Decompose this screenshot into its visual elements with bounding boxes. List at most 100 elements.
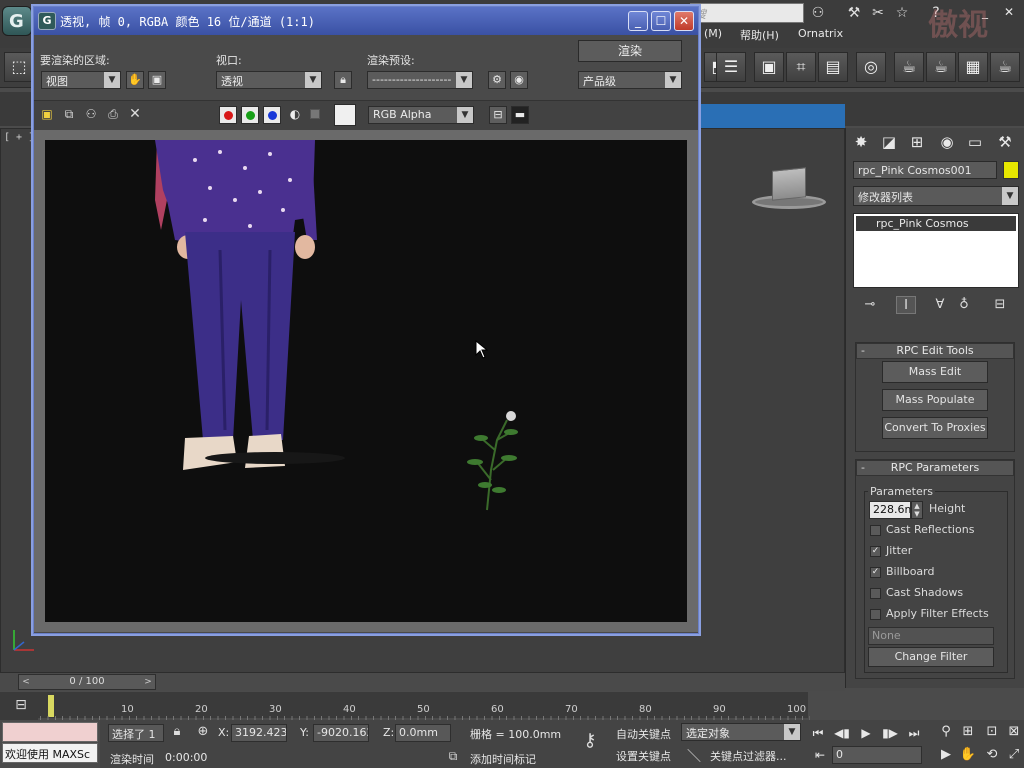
spinner-arrows-icon[interactable]: ▲ ▼ xyxy=(911,501,923,519)
zoom-icon[interactable]: ⚲ xyxy=(936,722,956,742)
checkbox-checked[interactable]: ✓ xyxy=(870,546,881,557)
clear-icon[interactable]: ✕ xyxy=(128,106,142,122)
motion-tab-icon[interactable]: ◉ xyxy=(936,131,958,153)
star-icon[interactable]: ☆ xyxy=(892,3,912,23)
field-of-view-icon[interactable]: ▶ xyxy=(936,745,956,765)
render-button[interactable]: 渲染 xyxy=(578,40,682,62)
menu-item-help[interactable]: 帮助(H) xyxy=(740,27,779,43)
render-iterative-icon[interactable]: ▦ xyxy=(958,52,988,82)
configure-sets-icon[interactable]: ⊟ xyxy=(990,296,1010,314)
hierarchy-tab-icon[interactable]: ⊞ xyxy=(906,131,928,153)
absolute-mode-icon[interactable]: ⊕ xyxy=(194,724,212,742)
toggle-ui-overlay-icon[interactable]: ⊟ xyxy=(489,106,507,124)
zoom-extents-icon[interactable]: ⊡ xyxy=(982,722,1002,742)
key-mode-icon[interactable]: ⇤ xyxy=(810,746,830,764)
modifier-stack[interactable]: rpc_Pink Cosmos xyxy=(853,213,1019,288)
undo-icon[interactable]: ⬚ xyxy=(4,52,34,82)
app-close-button[interactable]: ✕ xyxy=(998,4,1020,20)
checkbox[interactable] xyxy=(870,609,881,620)
menu-item-ornatrix[interactable]: Ornatrix xyxy=(798,27,843,40)
app-logo-icon[interactable]: G xyxy=(2,6,32,36)
maxscript-mini-listener[interactable] xyxy=(2,722,98,742)
stack-item-rpc[interactable]: rpc_Pink Cosmos xyxy=(856,216,1016,231)
show-end-result-icon[interactable]: Ⅰ xyxy=(896,296,916,314)
set-key-button[interactable]: 设置关键点 xyxy=(616,748,671,764)
checkbox-checked[interactable]: ✓ xyxy=(870,567,881,578)
key-filter-icon[interactable]: ＼ xyxy=(684,746,704,765)
edit-region-icon[interactable]: ✋ xyxy=(126,71,144,89)
print-image-icon[interactable]: ⎙ xyxy=(106,107,120,121)
render-quality-dropdown[interactable]: 产品级 ▼ xyxy=(578,71,682,89)
welcome-text[interactable]: 欢迎使用 MAXSc xyxy=(2,743,98,763)
zoom-all-icon[interactable]: ⊞ xyxy=(958,722,978,742)
maximize-viewport-icon[interactable]: ⤢ xyxy=(1004,745,1024,765)
channel-display-dropdown[interactable]: RGB Alpha ▼ xyxy=(368,106,474,124)
selection-filter-dropdown[interactable]: 选定对象 ▼ xyxy=(681,723,801,741)
search-input[interactable]: 搜 xyxy=(690,3,804,23)
modifier-list-dropdown[interactable]: 修改器列表 ▼ xyxy=(853,186,1019,206)
remove-modifier-icon[interactable]: ♁ xyxy=(954,296,974,314)
pan-icon[interactable]: ✋ xyxy=(958,745,978,765)
render-setup-icon[interactable]: ⚙ xyxy=(488,71,506,89)
time-tag-icon[interactable]: ⧉ xyxy=(444,749,462,765)
orbit-icon[interactable]: ⟲ xyxy=(982,745,1002,765)
render-frame-icon[interactable]: ☕ xyxy=(894,52,924,82)
time-marker[interactable] xyxy=(48,695,54,717)
object-color-swatch[interactable] xyxy=(1003,161,1019,179)
red-channel-button[interactable] xyxy=(219,106,237,124)
display-tab-icon[interactable]: ▭ xyxy=(964,131,986,153)
tools-icon[interactable]: ⚒ xyxy=(844,3,864,23)
change-filter-button[interactable]: Change Filter xyxy=(868,647,994,667)
utilities-tab-icon[interactable]: ⚒ xyxy=(994,131,1016,153)
checkbox[interactable] xyxy=(870,525,881,536)
time-slider[interactable]: < 0 / 100 > xyxy=(18,674,156,690)
auto-region-icon[interactable]: ▣ xyxy=(148,71,166,89)
rendered-image[interactable] xyxy=(45,140,687,622)
prev-frame-arrow-icon[interactable]: < xyxy=(19,675,33,689)
render-setup-icon[interactable]: ▣ xyxy=(754,52,784,82)
create-tab-icon[interactable]: ✸ xyxy=(850,131,872,153)
copy-image-icon[interactable]: ⧉ xyxy=(62,107,76,121)
background-color-swatch[interactable] xyxy=(334,104,356,126)
rollout-header[interactable]: - RPC Parameters xyxy=(856,460,1014,476)
object-name-field[interactable]: rpc_Pink Cosmos001 xyxy=(853,161,997,179)
layer-icon[interactable]: ☰ xyxy=(716,52,746,82)
clone-window-icon[interactable]: ⚇ xyxy=(84,107,98,121)
next-frame-icon[interactable]: ▮▶ xyxy=(880,724,900,742)
z-coordinate-field[interactable]: 0.0mm xyxy=(395,724,451,742)
binoculars-icon[interactable]: ⚇ xyxy=(808,3,828,23)
lock-icon[interactable]: 🔒︎ xyxy=(168,724,186,742)
x-coordinate-field[interactable]: 3192.423m xyxy=(231,724,287,742)
pin-icon[interactable]: ✂ xyxy=(868,3,888,23)
alpha-channel-icon[interactable]: ◐ xyxy=(288,107,302,121)
play-icon[interactable]: ▶ xyxy=(856,724,876,742)
menu-item-m[interactable]: (M) xyxy=(704,27,722,40)
render-window-app-icon[interactable]: G xyxy=(38,12,56,30)
monochrome-icon[interactable] xyxy=(310,109,320,119)
lock-viewport-icon[interactable]: 🔒︎ xyxy=(334,71,352,89)
render-active-icon[interactable]: ☕ xyxy=(990,52,1020,82)
mass-populate-button[interactable]: Mass Populate xyxy=(882,389,988,411)
current-frame-field[interactable]: 0 xyxy=(832,746,922,764)
curve-editor-icon[interactable]: ⊟ xyxy=(10,697,32,715)
blue-channel-button[interactable] xyxy=(263,106,281,124)
environment-icon[interactable]: ◉ xyxy=(510,71,528,89)
mass-edit-button[interactable]: Mass Edit xyxy=(882,361,988,383)
close-button[interactable]: ✕ xyxy=(674,11,694,31)
auto-key-button[interactable]: 自动关键点 xyxy=(616,726,671,742)
rollout-header[interactable]: - RPC Edit Tools xyxy=(856,343,1014,359)
y-coordinate-field[interactable]: -9020.162 xyxy=(313,724,369,742)
pin-stack-icon[interactable]: ⊸ xyxy=(860,296,880,314)
area-to-render-dropdown[interactable]: 视图 ▼ xyxy=(41,71,121,89)
toggle-ui-icon[interactable]: ▬ xyxy=(511,106,529,124)
material-editor-icon[interactable]: ◎ xyxy=(856,52,886,82)
checkbox[interactable] xyxy=(870,588,881,599)
save-image-icon[interactable]: ▣ xyxy=(40,107,54,121)
convert-to-proxies-button[interactable]: Convert To Proxies xyxy=(882,417,988,439)
green-channel-button[interactable] xyxy=(241,106,259,124)
maximize-button[interactable]: ☐ xyxy=(651,11,671,31)
dope-sheet-icon[interactable]: ▤ xyxy=(818,52,848,82)
viewport-label[interactable]: [ + ] xyxy=(4,132,34,143)
zoom-extents-all-icon[interactable]: ⊠ xyxy=(1004,722,1024,742)
next-frame-arrow-icon[interactable]: > xyxy=(141,675,155,689)
